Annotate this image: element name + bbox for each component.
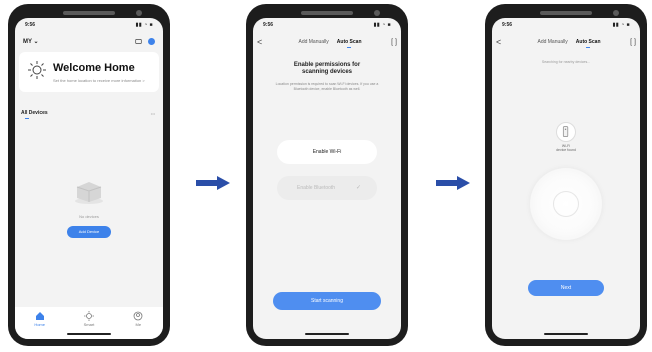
- scan-nav-bar: < Add Manually Auto Scan [ ]: [496, 36, 636, 48]
- tab-add-manually[interactable]: Add Manually: [537, 39, 567, 45]
- scan-tabs: Add Manually Auto Scan: [273, 39, 387, 48]
- tab-auto-scan[interactable]: Auto Scan: [576, 39, 601, 48]
- scanning-subtitle: Searching for nearby devices...: [541, 60, 591, 64]
- status-bar: 9:56 ▮▮ ◔ ■: [25, 22, 153, 30]
- header-actions: [135, 37, 155, 45]
- back-icon[interactable]: <: [257, 37, 273, 47]
- found-device-label-2: device found: [556, 148, 576, 152]
- profile-icon: [133, 311, 143, 321]
- tab-add-manually[interactable]: Add Manually: [298, 39, 328, 45]
- no-devices-text: No devices: [79, 214, 99, 219]
- tab-auto-scan[interactable]: Auto Scan: [337, 39, 362, 48]
- smart-sun-icon: [83, 311, 94, 321]
- home-indicator: [544, 333, 588, 335]
- home-header: MY ⌄: [23, 36, 155, 46]
- phone-camera: [136, 10, 142, 16]
- found-device-label: Wi-Fi device found: [492, 144, 640, 152]
- arrow-right-icon: [196, 176, 230, 190]
- permissions-title-line-1: Enable permissions for: [293, 62, 361, 68]
- start-scanning-button[interactable]: Start scanning: [273, 292, 381, 310]
- home-indicator: [67, 333, 111, 335]
- welcome-card[interactable]: Welcome Home Set the home location to re…: [19, 52, 159, 92]
- welcome-title: Welcome Home: [53, 62, 135, 74]
- phone-permissions-screen: 9:56 ▮▮ ◔ ■ < Add Manually Auto Scan [ ]…: [246, 4, 408, 346]
- back-icon[interactable]: <: [496, 37, 512, 47]
- radar-inner-ring: [553, 191, 579, 217]
- tab-home-label: Home: [34, 322, 45, 327]
- home-indicator: [305, 333, 349, 335]
- status-time: 9:56: [502, 22, 513, 28]
- add-device-button[interactable]: Add Device: [67, 226, 111, 238]
- tab-smart-label: Smart: [83, 322, 95, 327]
- found-device[interactable]: [556, 122, 576, 142]
- all-devices-tab[interactable]: All Devices: [21, 110, 48, 116]
- home-screen: 9:56 ▮▮ ◔ ■ MY ⌄ Welcome Home Set the ho…: [15, 18, 163, 339]
- status-time: 9:56: [263, 22, 274, 28]
- tab-home[interactable]: Home: [25, 311, 55, 327]
- phone-camera: [613, 10, 619, 16]
- tab-me-label: Me: [135, 322, 142, 327]
- status-bar: 9:56 ▮▮ ◔ ■: [263, 22, 391, 30]
- status-icons: ▮▮ ◔ ■: [135, 22, 153, 28]
- home-icon: [35, 312, 44, 320]
- phone-home-screen: 9:56 ▮▮ ◔ ■ MY ⌄ Welcome Home Set the ho…: [8, 4, 170, 346]
- all-devices-underline: [25, 118, 29, 119]
- scanning-screen: 9:56 ▮▮ ◔ ■ < Add Manually Auto Scan [ ]…: [492, 18, 640, 339]
- plug-device-icon: [562, 126, 569, 137]
- permissions-title: Enable permissions for scanning devices: [253, 62, 401, 76]
- empty-box-icon: [75, 182, 103, 204]
- enable-bluetooth-label: Enable Bluetooth: [297, 185, 336, 191]
- arrow-right-icon: [436, 176, 470, 190]
- check-icon: ✓: [355, 185, 361, 191]
- phone-speaker: [301, 11, 353, 15]
- status-icons: ▮▮ ◔ ■: [612, 22, 630, 28]
- permissions-title-line-2: scanning devices: [301, 69, 353, 75]
- tab-me[interactable]: Me: [123, 311, 153, 327]
- enable-bluetooth-button[interactable]: Enable Bluetooth ✓: [277, 176, 377, 200]
- welcome-subtitle[interactable]: Set the home location to receive more in…: [53, 78, 145, 83]
- add-icon[interactable]: [148, 37, 155, 45]
- message-icon[interactable]: [135, 38, 142, 45]
- tab-smart[interactable]: Smart: [74, 311, 104, 327]
- permissions-description: Location permission is required to scan …: [275, 82, 379, 91]
- phone-scanning-screen: 9:56 ▮▮ ◔ ■ < Add Manually Auto Scan [ ]…: [485, 4, 647, 346]
- next-button[interactable]: Next: [528, 280, 604, 296]
- weather-sun-icon: [28, 61, 46, 79]
- status-time: 9:56: [25, 22, 36, 28]
- home-selector[interactable]: MY ⌄: [23, 38, 39, 45]
- scan-tabs: Add Manually Auto Scan: [512, 39, 626, 48]
- status-bar: 9:56 ▮▮ ◔ ■: [502, 22, 630, 30]
- scan-code-icon[interactable]: [ ]: [387, 39, 397, 46]
- scan-nav-bar: < Add Manually Auto Scan [ ]: [257, 36, 397, 48]
- scan-code-icon[interactable]: [ ]: [626, 39, 636, 46]
- permissions-screen: 9:56 ▮▮ ◔ ■ < Add Manually Auto Scan [ ]…: [253, 18, 401, 339]
- status-icons: ▮▮ ◔ ■: [373, 22, 391, 28]
- more-icon[interactable]: •••: [151, 111, 155, 116]
- phone-speaker: [63, 11, 115, 15]
- enable-wifi-button[interactable]: Enable Wi-Fi: [277, 140, 377, 164]
- phone-camera: [374, 10, 380, 16]
- scanning-radar: [530, 168, 602, 240]
- phone-speaker: [540, 11, 592, 15]
